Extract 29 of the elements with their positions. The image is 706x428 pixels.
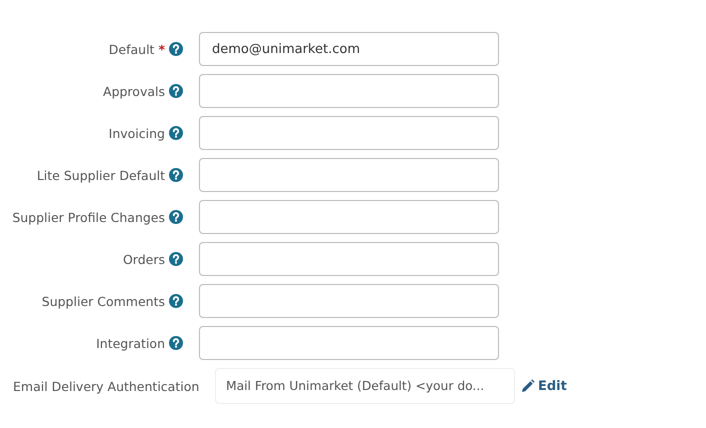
help-icon[interactable] [169, 84, 183, 98]
field-label: Lite Supplier Default [36, 168, 165, 182]
input-field[interactable] [199, 326, 499, 360]
input-field[interactable] [199, 242, 499, 276]
help-icon[interactable] [169, 336, 183, 350]
field-label: Email Delivery Authentication [12, 378, 200, 394]
edit-link[interactable]: Edit [521, 378, 567, 394]
help-icon[interactable] [169, 126, 183, 140]
input-field[interactable] [199, 116, 499, 150]
field-label: Orders [122, 252, 165, 266]
field-label: Integration [96, 336, 165, 350]
value-display: Mail From Unimarket (Default) <your do... [215, 368, 515, 404]
help-icon[interactable] [169, 42, 183, 56]
input-field[interactable]: demo@unimarket.com [199, 32, 499, 66]
input-field[interactable] [199, 74, 499, 108]
help-icon[interactable] [169, 210, 183, 224]
input-field[interactable] [199, 158, 499, 192]
input-field[interactable] [199, 200, 499, 234]
field-label: Supplier Comments [42, 294, 165, 308]
help-icon[interactable] [169, 294, 183, 308]
field-label: Approvals [103, 84, 165, 98]
field-label: Default [108, 42, 154, 56]
help-icon[interactable] [169, 168, 183, 182]
input-field[interactable] [199, 284, 499, 318]
field-label: Supplier Profile Changes [12, 210, 165, 224]
help-icon[interactable] [169, 252, 183, 266]
field-label: Invoicing [108, 126, 165, 140]
required-mark: * [158, 42, 165, 56]
pencil-icon [521, 379, 535, 393]
